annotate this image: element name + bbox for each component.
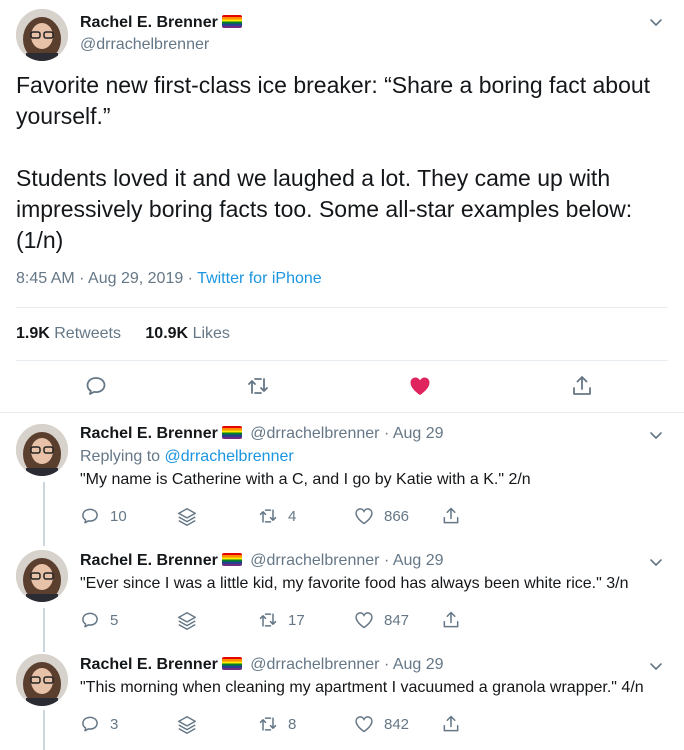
avatar-photo — [16, 550, 68, 602]
retweet-icon — [259, 613, 277, 627]
reply-count: 3 — [110, 715, 119, 733]
share-icon — [573, 376, 591, 395]
reply-button[interactable]: 10 — [80, 506, 127, 526]
retweet-count: 4 — [288, 507, 297, 525]
share-icon — [443, 611, 459, 628]
avatar-photo — [16, 9, 68, 61]
heart-icon — [355, 716, 373, 733]
author-name[interactable]: Rachel E. Brenner — [80, 656, 218, 673]
reply-icon — [82, 716, 98, 732]
chevron-down-icon[interactable] — [648, 554, 664, 570]
share-icon — [443, 715, 459, 732]
retweet-count: 8 — [288, 715, 297, 733]
divider — [0, 412, 684, 413]
rainbow-flag-icon — [221, 15, 242, 28]
heart-icon — [355, 612, 373, 629]
thread-line — [43, 710, 45, 750]
retweets-stat[interactable]: 1.9K Retweets — [16, 325, 121, 342]
reply-text: "My name is Catherine with a C, and I go… — [80, 471, 531, 488]
reply-count: 5 — [110, 611, 119, 629]
like-button[interactable]: 847 — [354, 610, 409, 630]
chevron-down-icon[interactable] — [648, 658, 664, 674]
retweet-icon — [248, 378, 268, 394]
avatar-photo — [16, 424, 68, 476]
likes-stat[interactable]: 10.9K Likes — [145, 325, 230, 342]
author-handle[interactable]: @drrachelbrenner — [250, 656, 379, 673]
avatar[interactable] — [16, 550, 68, 602]
reply-text: "This morning when cleaning my apartment… — [80, 679, 644, 696]
rainbow-flag-icon — [221, 553, 242, 566]
like-button[interactable]: 866 — [354, 506, 409, 526]
thread-line — [43, 482, 45, 546]
avatar[interactable] — [16, 424, 68, 476]
share-button[interactable] — [441, 506, 461, 526]
tweet-date[interactable]: · Aug 29 — [384, 425, 444, 442]
reply-icon — [82, 612, 98, 628]
retweet-button[interactable]: 17 — [258, 610, 305, 630]
retweet-count: 17 — [288, 611, 305, 629]
stack-button[interactable] — [176, 506, 198, 528]
avatar[interactable] — [16, 9, 68, 61]
tweet-date[interactable]: · Aug 29 — [384, 656, 444, 673]
stack-button[interactable] — [176, 610, 198, 632]
divider — [16, 360, 668, 361]
reply-button[interactable] — [84, 374, 108, 398]
share-button[interactable] — [441, 714, 461, 734]
tweet-date[interactable]: · Aug 29 — [384, 552, 444, 569]
share-icon — [443, 507, 459, 524]
share-button[interactable] — [441, 610, 461, 630]
reply-header: Rachel E. Brenner @drrachelbrenner · Aug… — [80, 552, 444, 570]
heart-icon — [410, 377, 430, 395]
heart-icon — [355, 508, 373, 525]
tweet-source[interactable]: Twitter for iPhone — [197, 270, 322, 287]
retweet-button[interactable]: 4 — [258, 506, 296, 526]
divider — [16, 307, 668, 308]
rainbow-flag-icon — [221, 426, 242, 439]
author-name[interactable]: Rachel E. Brenner — [80, 14, 242, 32]
tweet-stats: 1.9K Retweets 10.9K Likes — [16, 325, 230, 343]
author-name[interactable]: Rachel E. Brenner — [80, 552, 218, 569]
like-button[interactable]: 842 — [354, 714, 409, 734]
like-count: 847 — [384, 611, 410, 629]
author-handle[interactable]: @drrachelbrenner — [80, 36, 209, 54]
reply-icon — [86, 377, 106, 395]
replying-to-link[interactable]: @drrachelbrenner — [165, 448, 294, 465]
like-count: 842 — [384, 715, 410, 733]
tweet-timestamp[interactable]: 8:45 AM · Aug 29, 2019 · — [16, 270, 197, 287]
tweet-meta: 8:45 AM · Aug 29, 2019 · Twitter for iPh… — [16, 270, 322, 288]
stack-icon — [178, 612, 196, 630]
share-button[interactable] — [570, 374, 594, 398]
avatar[interactable] — [16, 654, 68, 706]
reply-button[interactable]: 3 — [80, 714, 118, 734]
retweet-button[interactable]: 8 — [258, 714, 296, 734]
retweet-icon — [259, 509, 277, 523]
stack-icon — [178, 508, 196, 526]
author-name[interactable]: Rachel E. Brenner — [80, 425, 218, 442]
rainbow-flag-icon — [221, 657, 242, 670]
avatar-photo — [16, 654, 68, 706]
reply-icon — [82, 508, 98, 524]
author-handle[interactable]: @drrachelbrenner — [250, 552, 379, 569]
tweet-text: Favorite new first-class ice breaker: “S… — [16, 72, 651, 253]
like-button[interactable] — [408, 374, 432, 398]
retweet-button[interactable] — [246, 374, 270, 398]
reply-header: Rachel E. Brenner @drrachelbrenner · Aug… — [80, 425, 444, 443]
stack-icon — [178, 716, 196, 734]
replying-to: Replying to @drrachelbrenner — [80, 448, 294, 465]
stack-button[interactable] — [176, 714, 198, 736]
chevron-down-icon[interactable] — [648, 14, 664, 30]
reply-header: Rachel E. Brenner @drrachelbrenner · Aug… — [80, 656, 444, 674]
author-handle[interactable]: @drrachelbrenner — [250, 425, 379, 442]
reply-text: "Ever since I was a little kid, my favor… — [80, 575, 629, 592]
chevron-down-icon[interactable] — [648, 427, 664, 443]
thread-line — [43, 608, 45, 652]
like-count: 866 — [384, 507, 410, 525]
reply-count: 10 — [110, 507, 127, 525]
retweet-icon — [259, 717, 277, 731]
reply-button[interactable]: 5 — [80, 610, 118, 630]
